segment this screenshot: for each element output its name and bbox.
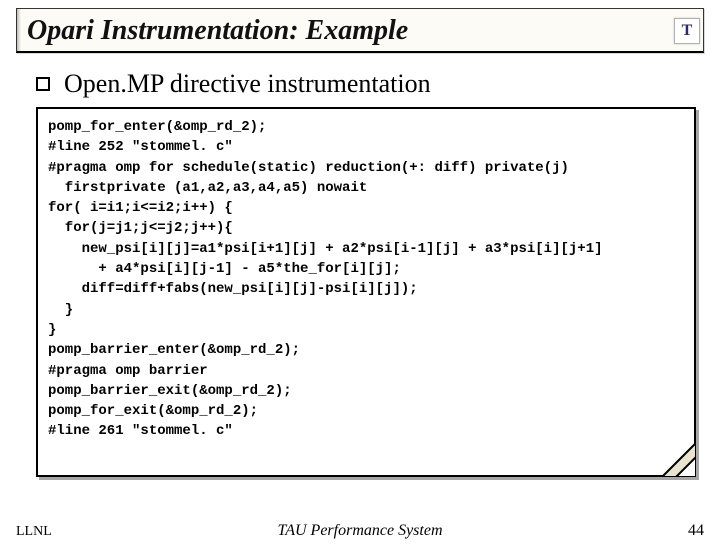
title-bar: Opari Instrumentation: Example [16, 8, 704, 53]
code-block: pomp_for_enter(&omp_rd_2); #line 252 "st… [48, 117, 684, 442]
page-curl-icon [662, 443, 696, 477]
logo-letter: T [682, 22, 693, 40]
footer-center: TAU Performance System [0, 522, 720, 540]
bullet-item: Open.MP directive instrumentation [36, 69, 696, 99]
page-number: 44 [688, 522, 704, 540]
bullet-text: Open.MP directive instrumentation [64, 69, 431, 99]
code-frame: pomp_for_enter(&omp_rd_2); #line 252 "st… [36, 107, 696, 477]
square-bullet-icon [36, 77, 50, 91]
page-title: Opari Instrumentation: Example [27, 15, 693, 47]
logo-box: T [674, 18, 700, 44]
